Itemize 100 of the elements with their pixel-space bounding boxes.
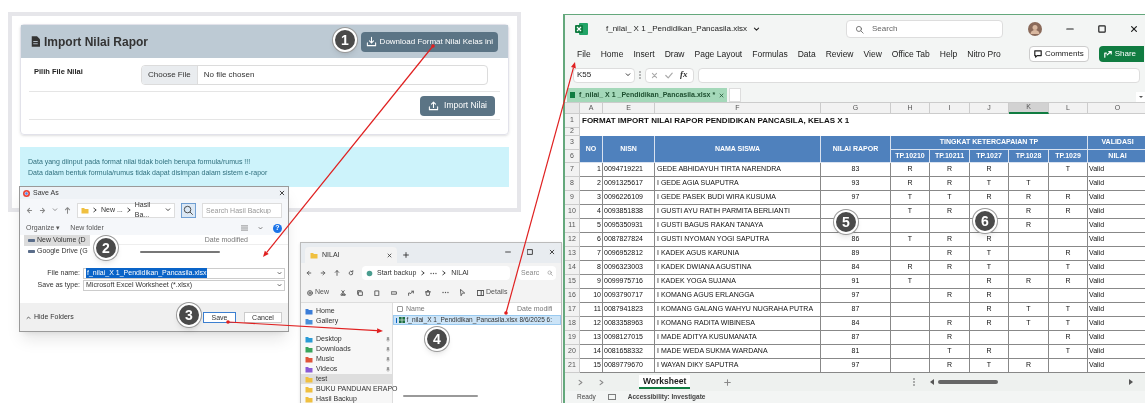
menu-item[interactable]: Formulas	[752, 47, 788, 61]
empty-cell	[930, 303, 970, 317]
comment-icon	[1033, 50, 1042, 58]
comments-button[interactable]: Comments	[1028, 46, 1089, 62]
scissors-icon[interactable]	[340, 289, 346, 296]
search-icon[interactable]	[181, 202, 196, 218]
avatar	[1028, 22, 1042, 36]
chevron-down-icon	[258, 225, 263, 231]
share-button[interactable]: Share	[1098, 46, 1144, 62]
plus-icon[interactable]	[724, 378, 732, 386]
plus-icon[interactable]	[403, 252, 409, 258]
empty-cell	[930, 275, 970, 289]
empty-cell	[891, 331, 930, 345]
empty-cell	[1009, 289, 1049, 303]
empty-cell	[930, 219, 970, 233]
menu-item[interactable]: Draw	[664, 47, 685, 61]
menu-item[interactable]: Office Tab	[891, 47, 930, 61]
menu-item[interactable]: Review	[825, 47, 854, 61]
empty-cell	[1049, 177, 1088, 191]
step-number-badge: 5	[834, 210, 858, 234]
minimize-icon[interactable]	[505, 249, 511, 255]
download-icon	[365, 36, 377, 47]
dropdown-icon[interactable]	[1136, 92, 1145, 102]
choose-file-button[interactable]: Choose File	[142, 65, 198, 84]
paste-icon[interactable]	[374, 289, 380, 296]
menu-item[interactable]: Home	[600, 47, 624, 61]
menu-item[interactable]: Nitro Pro	[967, 47, 1001, 61]
sheet-title: FORMAT IMPORT NILAI RAPOR PENDIDIKAN PANCASILA, KELAS X 1	[581, 115, 851, 127]
chevron-down-icon	[625, 72, 631, 78]
pin-icon	[386, 356, 390, 362]
function-label[interactable]: fx	[680, 68, 688, 82]
empty-cell	[1049, 219, 1088, 233]
empty-cell	[970, 331, 1009, 345]
empty-cell	[891, 345, 930, 359]
menu-item[interactable]: Data	[797, 47, 816, 61]
empty-cell	[891, 247, 930, 261]
maximize-icon[interactable]	[1098, 25, 1106, 33]
plus-circle-icon	[307, 289, 313, 296]
upload-icon	[428, 100, 439, 111]
cancel-icon	[651, 71, 658, 79]
folder-icon	[81, 206, 89, 214]
menu-item[interactable]: File	[577, 47, 591, 61]
panel-icon	[477, 289, 484, 296]
menu-item[interactable]: Page Layout	[694, 47, 743, 61]
sheet-tab[interactable]: Worksheet	[639, 374, 691, 390]
chevron-icon	[125, 207, 132, 213]
spreadsheet-icon	[570, 92, 575, 98]
empty-cell	[1009, 163, 1049, 177]
copy-icon[interactable]	[357, 289, 363, 296]
empty-cell	[891, 303, 930, 317]
more-icon[interactable]	[442, 291, 449, 294]
rename-icon[interactable]	[391, 289, 397, 296]
close-icon[interactable]	[1130, 25, 1138, 33]
up-arrow-icon[interactable]	[64, 206, 71, 214]
empty-cell	[1009, 247, 1049, 261]
menu-item[interactable]: View	[863, 47, 882, 61]
file-input-field[interactable]: Choose File No file chosen	[141, 64, 488, 85]
macro-icon	[607, 394, 616, 400]
back-icon[interactable]	[306, 270, 312, 276]
minimize-icon[interactable]	[1066, 25, 1074, 33]
maximize-icon[interactable]	[527, 249, 533, 255]
trash-icon[interactable]	[425, 289, 431, 296]
share-icon[interactable]	[408, 289, 414, 296]
forward-icon[interactable]	[39, 206, 46, 214]
chevron-down-icon	[753, 25, 760, 33]
chevron-icon	[420, 270, 427, 276]
chevron-down-icon	[52, 207, 58, 213]
formula-field[interactable]	[697, 67, 1140, 83]
step-number-badge: 1	[333, 28, 357, 52]
import-button[interactable]: Import Nilai	[420, 95, 495, 116]
download-button[interactable]: Download Format Nilai Kelas ini	[360, 31, 498, 52]
menu-item[interactable]: Insert	[633, 47, 655, 61]
pin-icon	[386, 346, 390, 352]
step-number-badge: 4	[425, 327, 449, 351]
empty-cell	[1009, 331, 1049, 345]
scrollbar-thumb[interactable]	[140, 251, 220, 253]
spreadsheet-app-icon	[575, 23, 588, 35]
back-icon[interactable]	[26, 206, 33, 214]
document-icon	[31, 36, 40, 47]
up-arrow-icon[interactable]	[334, 270, 340, 276]
menu-item[interactable]: Help	[939, 47, 958, 61]
chevron-down-icon	[165, 207, 171, 213]
search-field[interactable]: Search	[846, 20, 1003, 38]
empty-cell	[1049, 289, 1088, 303]
empty-cell	[891, 289, 930, 303]
close-icon	[279, 190, 285, 196]
step-number-badge: 2	[94, 236, 118, 260]
cursor-icon[interactable]	[460, 289, 466, 296]
horizontal-scrollbar[interactable]	[929, 378, 1134, 386]
refresh-icon[interactable]	[348, 270, 354, 276]
scrollbar-thumb[interactable]	[403, 395, 478, 397]
network-drive-icon	[366, 269, 373, 277]
share-icon	[1103, 50, 1112, 58]
spreadsheet-icon	[398, 317, 405, 323]
empty-cell	[1009, 233, 1049, 247]
previous-sheet-icon	[577, 378, 584, 386]
close-icon[interactable]	[549, 249, 555, 255]
checkbox[interactable]	[397, 306, 403, 312]
name-box[interactable]: K55	[573, 67, 635, 83]
forward-icon[interactable]	[320, 270, 326, 276]
